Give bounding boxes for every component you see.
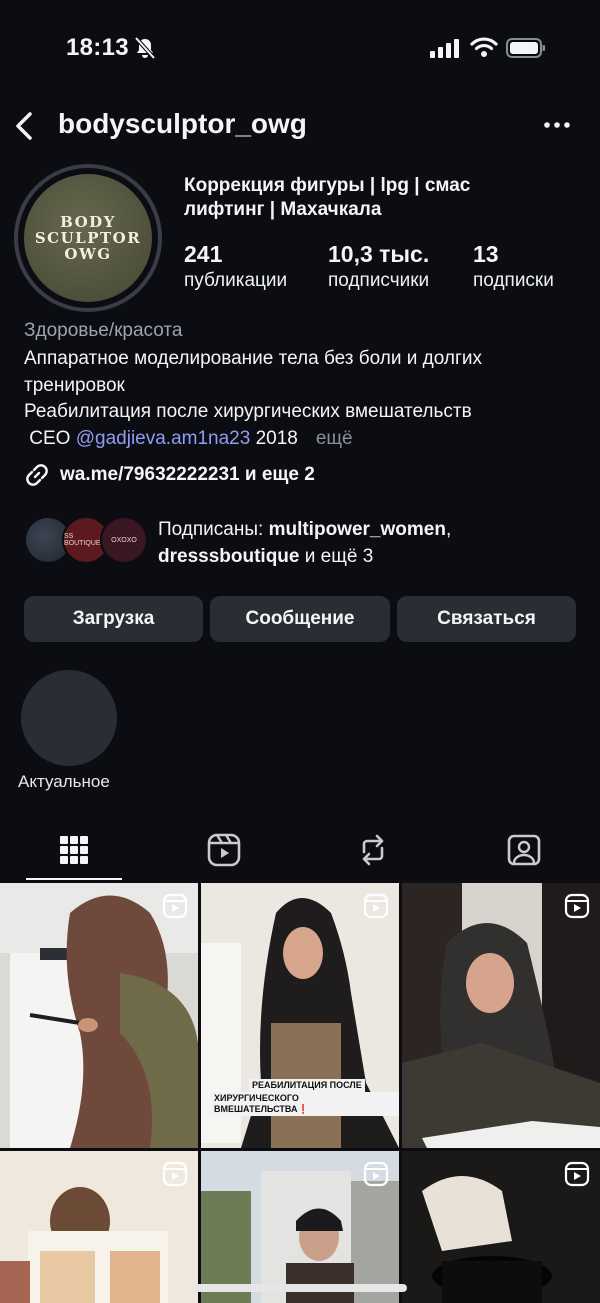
post-tile[interactable] [402,1151,600,1303]
bio-text: 2018 [250,427,298,449]
avatar-logo: BODY SCULPTOR OWG [24,174,152,302]
battery-icon [506,38,545,58]
bio-line: Реабилитация после хирургических вмешате… [24,401,472,422]
stat-value: 10,3 тыс. [328,241,430,267]
tab-tagged-icon[interactable] [504,830,544,870]
reel-icon [162,893,188,919]
stat-label: подписчики [328,270,430,291]
followed-sep: , [445,519,452,540]
post-tile[interactable] [402,883,600,1148]
stat-value: 241 [184,241,223,267]
post-tile[interactable]: РЕАБИЛИТАЦИЯ ПОСЛЕ ХИРУРГИЧЕСКОГО ВМЕШАТ… [201,883,399,1148]
contact-button[interactable]: Связаться [397,596,576,642]
wifi-icon [470,37,498,57]
reel-icon [363,893,389,919]
stat-following[interactable]: 13 подписки [473,240,554,294]
avatar-text-line: OWG [64,245,112,263]
profile-bio: Аппаратное моделирование тела без боли и… [24,346,584,452]
bio-text: CEO [24,427,76,449]
avatar: OXOXO [100,516,148,564]
more-options-icon[interactable] [540,110,574,140]
bio-line: тренировок [24,374,125,396]
profile-avatar[interactable]: BODY SCULPTOR OWG [14,164,162,312]
post-thumbnail [402,883,600,1148]
bio-line: Аппаратное моделирование тела без боли и… [24,348,483,369]
upload-button[interactable]: Загрузка [24,596,203,642]
profile-full-name: Коррекция фигуры | lpg | смас лифтинг | … [184,175,471,220]
tab-reposts-icon[interactable] [353,830,393,870]
post-tile[interactable] [0,883,198,1148]
reel-icon [162,1161,188,1187]
bell-off-icon [134,36,156,60]
profile-tabs [0,826,600,882]
link-text: wa.me/79632222231 и еще 2 [60,464,315,485]
link-icon [26,464,48,486]
followed-user-link[interactable]: multipower_women [269,519,446,540]
stat-label: публикации [184,270,288,291]
highlight-label: Актуальное [18,772,110,791]
reel-icon [363,1161,389,1187]
bio-mention-link[interactable]: @gadjieva.am1na23 [76,428,251,449]
followed-by-text[interactable]: Подписаны: multipower_women, dresssboutiq… [158,516,578,570]
stat-posts[interactable]: 241 публикации [184,240,287,294]
followed-prefix: Подписаны: [158,519,269,540]
profile-category: Здоровье/красота [24,320,183,341]
home-indicator[interactable] [193,1284,407,1292]
post-tile[interactable] [201,1151,399,1303]
followed-suffix: и ещё 3 [299,546,374,567]
avatar-text-line: BODY [60,213,116,231]
post-tile[interactable] [0,1151,198,1303]
reel-icon [564,1161,590,1187]
post-caption: ХИРУРГИЧЕСКОГО ВМЕШАТЕЛЬСТВА❗ [211,1092,399,1116]
tab-grid-icon[interactable] [54,830,94,870]
message-button[interactable]: Сообщение [210,596,390,642]
avatar-text-line: SCULPTOR [34,229,142,247]
followed-user-link[interactable]: dresssboutique [158,546,299,567]
status-bar: 18:13 [0,0,600,96]
followed-by-avatars[interactable]: SS BOUTIQUE OXOXO [24,516,148,564]
tab-reels-icon[interactable] [204,830,244,870]
reel-icon [564,893,590,919]
status-time: 18:13 [66,34,129,61]
active-tab-indicator [26,878,122,880]
signal-icon [430,39,459,58]
post-caption: РЕАБИЛИТАЦИЯ ПОСЛЕ [249,1079,365,1092]
stat-followers[interactable]: 10,3 тыс. подписчики [328,240,429,294]
stat-label: подписки [473,270,554,291]
highlight-circle[interactable] [21,670,117,766]
back-chevron-icon[interactable] [12,108,36,144]
stat-value: 13 [473,241,499,267]
profile-link[interactable]: wa.me/79632222231 и еще 2 [24,462,315,488]
post-thumbnail [0,895,198,1148]
bio-line: CEO @gadjieva.am1na23 2018 ещё [24,426,584,453]
bio-more-link[interactable]: ещё [316,428,353,449]
profile-username: bodysculptor_owg [58,108,307,139]
